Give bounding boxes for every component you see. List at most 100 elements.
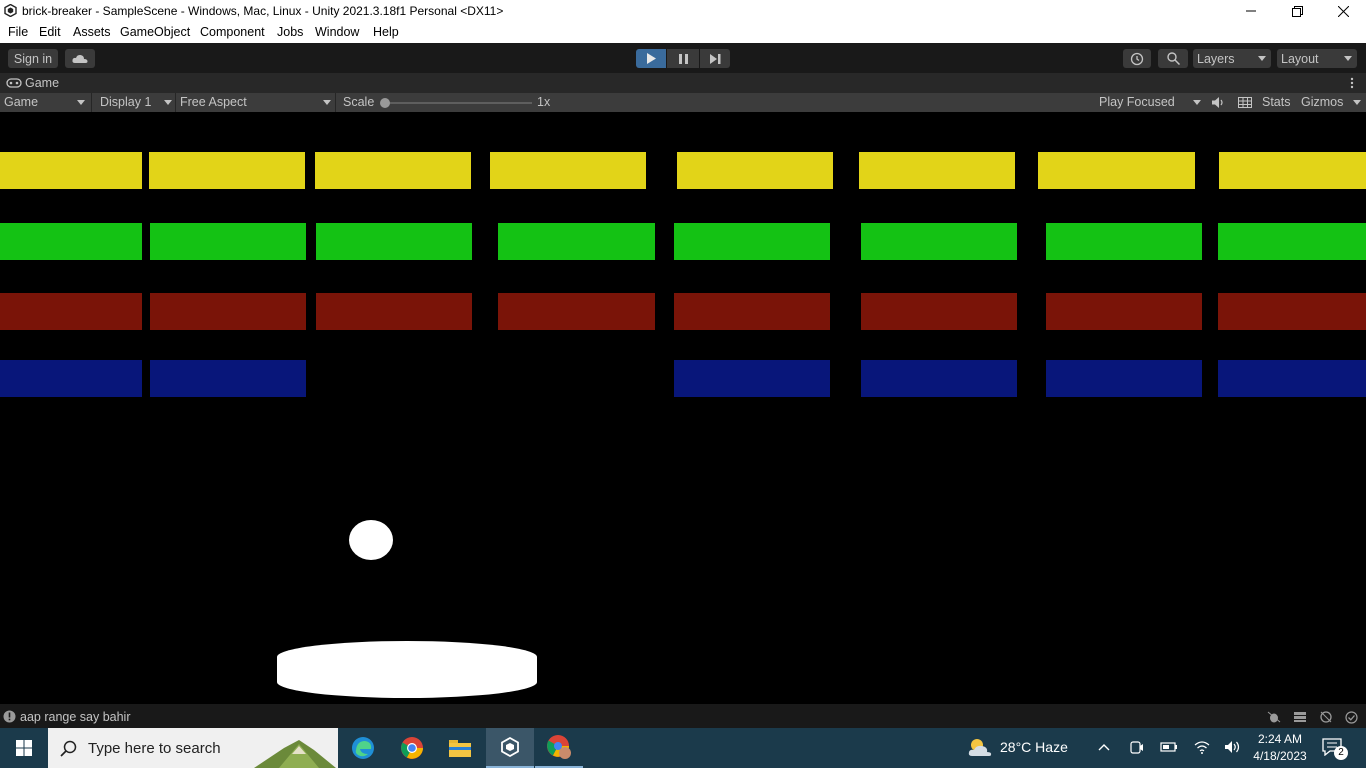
step-button[interactable]: [700, 49, 730, 68]
view-mode-dropdown[interactable]: Game: [4, 95, 38, 109]
chrome-profile-app[interactable]: [535, 728, 583, 768]
menu-edit[interactable]: Edit: [39, 25, 61, 39]
scale-label: Scale: [343, 95, 375, 109]
aspect-caret-icon: [323, 100, 331, 105]
separator: [335, 93, 336, 112]
volume-icon[interactable]: [1224, 740, 1242, 754]
search-button[interactable]: [1158, 49, 1188, 68]
blue-brick: [674, 360, 830, 397]
menu-gameobject[interactable]: GameObject: [120, 25, 190, 39]
menu-help[interactable]: Help: [373, 25, 399, 39]
cloud-button[interactable]: [65, 49, 95, 68]
menu-jobs[interactable]: Jobs: [277, 25, 303, 39]
taskbar-search-box[interactable]: Type here to search: [48, 728, 338, 768]
status-bar: aap range say bahir: [0, 704, 1366, 728]
red-brick: [1218, 293, 1366, 330]
display-dropdown[interactable]: Display 1: [100, 95, 151, 109]
gamepad-icon: [6, 78, 22, 88]
red-brick: [1046, 293, 1202, 330]
restore-icon: [1291, 5, 1303, 17]
layout-label: Layout: [1281, 51, 1319, 66]
clock[interactable]: 2:24 AM 4/18/2023: [1252, 731, 1308, 765]
file-explorer-app[interactable]: [436, 728, 484, 768]
notification-center-button[interactable]: 2: [1322, 738, 1348, 760]
status-message[interactable]: aap range say bahir: [20, 710, 131, 724]
stats-button[interactable]: Stats: [1262, 95, 1291, 109]
battery-icon[interactable]: [1160, 741, 1178, 753]
start-button[interactable]: [0, 728, 48, 768]
menu-window[interactable]: Window: [315, 25, 359, 39]
menu-file[interactable]: File: [8, 25, 28, 39]
yellow-brick: [0, 152, 142, 189]
menu-assets[interactable]: Assets: [73, 25, 111, 39]
green-brick: [0, 223, 142, 260]
scale-slider-track[interactable]: [384, 102, 532, 104]
ball: [349, 520, 393, 560]
close-icon: [1337, 5, 1349, 17]
play-icon: [647, 53, 656, 64]
close-button[interactable]: [1320, 0, 1366, 22]
menu-component[interactable]: Component: [200, 25, 265, 39]
yellow-brick: [490, 152, 646, 189]
search-highlight-illustration-icon: [254, 740, 336, 768]
play-button[interactable]: [636, 49, 666, 68]
check-circle-icon[interactable]: [1345, 711, 1358, 724]
tab-game-label: Game: [25, 76, 60, 90]
wifi-icon[interactable]: [1194, 740, 1210, 754]
sign-in-button[interactable]: Sign in: [8, 49, 58, 68]
green-brick: [674, 223, 830, 260]
gizmos-button[interactable]: Gizmos: [1301, 95, 1343, 109]
blue-brick: [0, 360, 142, 397]
cloud-icon: [72, 54, 88, 63]
edge-app[interactable]: [339, 728, 387, 768]
minimize-button[interactable]: [1228, 0, 1274, 22]
red-brick: [150, 293, 306, 330]
blue-brick: [150, 360, 306, 397]
green-brick: [150, 223, 306, 260]
search-icon: [60, 740, 77, 757]
yellow-brick: [1219, 152, 1366, 189]
tab-game[interactable]: Game: [6, 76, 59, 90]
unity-logo-icon: [4, 4, 17, 17]
pause-button[interactable]: [667, 49, 699, 68]
red-brick: [498, 293, 655, 330]
weather-widget[interactable]: 28°C Haze: [966, 736, 1068, 758]
red-brick: [316, 293, 472, 330]
progress-icon[interactable]: [1293, 711, 1307, 723]
chevron-up-icon[interactable]: [1098, 743, 1110, 751]
game-view[interactable]: [0, 112, 1366, 704]
separator: [175, 93, 176, 112]
history-icon: [1130, 52, 1144, 65]
display-caret-icon: [164, 100, 172, 105]
paddle: [277, 641, 537, 698]
undo-history-button[interactable]: [1123, 49, 1151, 68]
layers-label: Layers: [1197, 51, 1235, 66]
layout-dropdown[interactable]: Layout: [1277, 49, 1357, 68]
unity-app[interactable]: [486, 728, 534, 768]
audio-mute-icon[interactable]: [1212, 97, 1225, 108]
blue-brick: [1218, 360, 1366, 397]
more-options-icon[interactable]: [1349, 77, 1355, 89]
stats-grid-icon[interactable]: [1238, 97, 1252, 108]
chrome-profile-icon: [547, 735, 571, 759]
debug-icon[interactable]: [1267, 711, 1281, 723]
blue-brick: [1046, 360, 1202, 397]
step-icon: [709, 53, 720, 64]
play-focused-dropdown[interactable]: Play Focused: [1099, 95, 1175, 109]
chrome-app[interactable]: [388, 728, 436, 768]
layers-dropdown[interactable]: Layers: [1193, 49, 1271, 68]
aspect-dropdown[interactable]: Free Aspect: [180, 95, 247, 109]
yellow-brick: [1038, 152, 1195, 189]
green-brick: [1218, 223, 1366, 260]
windows-taskbar: Type here to search 28°C Haze 2:24 AM 4/…: [0, 728, 1366, 768]
meet-now-icon[interactable]: [1130, 740, 1144, 755]
search-placeholder: Type here to search: [88, 740, 221, 757]
restore-button[interactable]: [1274, 0, 1320, 22]
folder-icon: [449, 740, 471, 757]
clock-time: 2:24 AM: [1257, 732, 1303, 746]
auto-generate-lighting-icon[interactable]: [1319, 711, 1333, 723]
scale-slider-thumb[interactable]: [380, 98, 390, 108]
main-toolbar: Sign in Layers Layout: [0, 43, 1366, 73]
clock-date: 4/18/2023: [1253, 749, 1307, 763]
gizmos-caret-icon: [1353, 100, 1361, 105]
